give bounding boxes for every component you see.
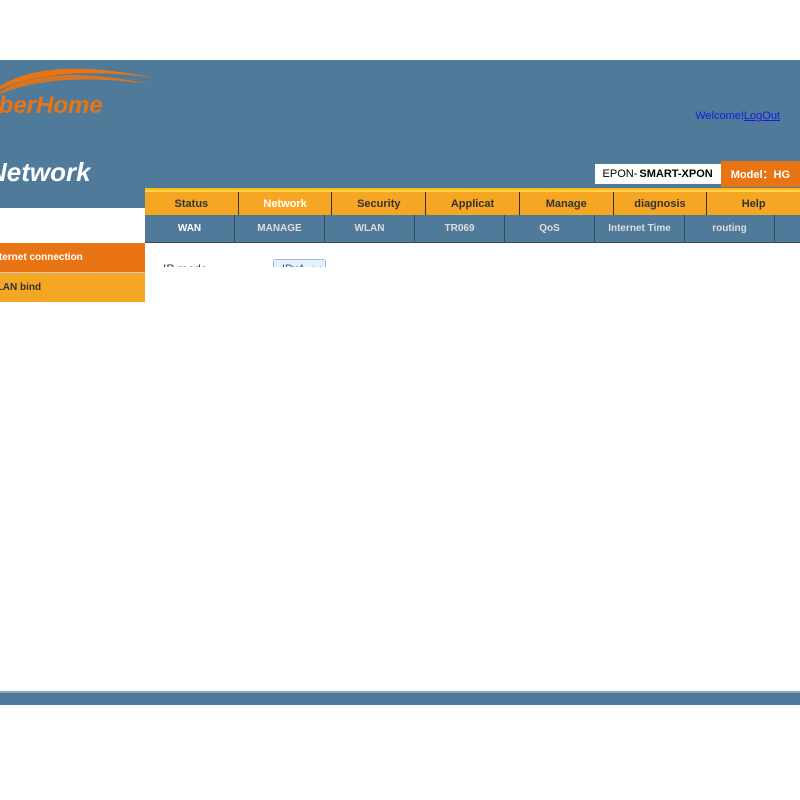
welcome-text: Welcome! <box>695 110 744 122</box>
tab-diagnosis[interactable]: diagnosis <box>614 192 708 215</box>
brand-logo: iberHome <box>0 70 160 130</box>
welcome-block: Welcome!LogOut <box>695 110 780 122</box>
subtab-tr069[interactable]: TR069 <box>415 215 505 242</box>
sidebar-item-internet-connection[interactable]: Internet connection <box>0 243 145 272</box>
sidebar-item-vlan-bind[interactable]: VLAN bind <box>0 272 145 302</box>
subtab-routing[interactable]: routing <box>685 215 775 242</box>
tab-status[interactable]: Status <box>145 192 239 215</box>
sub-tabs: WANMANAGEWLANTR069QoSInternet Timeroutin… <box>145 215 800 243</box>
device-model: Model：HG <box>721 161 800 187</box>
subtab-wlan[interactable]: WLAN <box>325 215 415 242</box>
device-mode: EPON-SMART-XPON <box>595 164 721 184</box>
main-tabs: StatusNetworkSecurityApplicatManagediagn… <box>145 190 800 215</box>
tab-applicat[interactable]: Applicat <box>426 192 520 215</box>
sidebar: Internet connectionVLAN bind <box>0 243 145 302</box>
tab-help[interactable]: Help <box>707 192 800 215</box>
logout-link[interactable]: LogOut <box>744 110 780 122</box>
subtab-internet-time[interactable]: Internet Time <box>595 215 685 242</box>
footer-bar <box>0 691 800 705</box>
tab-network[interactable]: Network <box>239 192 333 215</box>
subtab-wan[interactable]: WAN <box>145 215 235 242</box>
ip-mode-select[interactable]: IPv4 <box>273 259 326 267</box>
section-title: Network <box>0 145 145 208</box>
tab-security[interactable]: Security <box>332 192 426 215</box>
subtab-qos[interactable]: QoS <box>505 215 595 242</box>
subtab-manage[interactable]: MANAGE <box>235 215 325 242</box>
brand-name: iberHome <box>0 92 103 120</box>
tab-manage[interactable]: Manage <box>520 192 614 215</box>
ip-mode-label: IP mode <box>163 262 273 267</box>
content-panel: IP mode IPv4 DHCP Server username passwo… <box>145 243 800 267</box>
